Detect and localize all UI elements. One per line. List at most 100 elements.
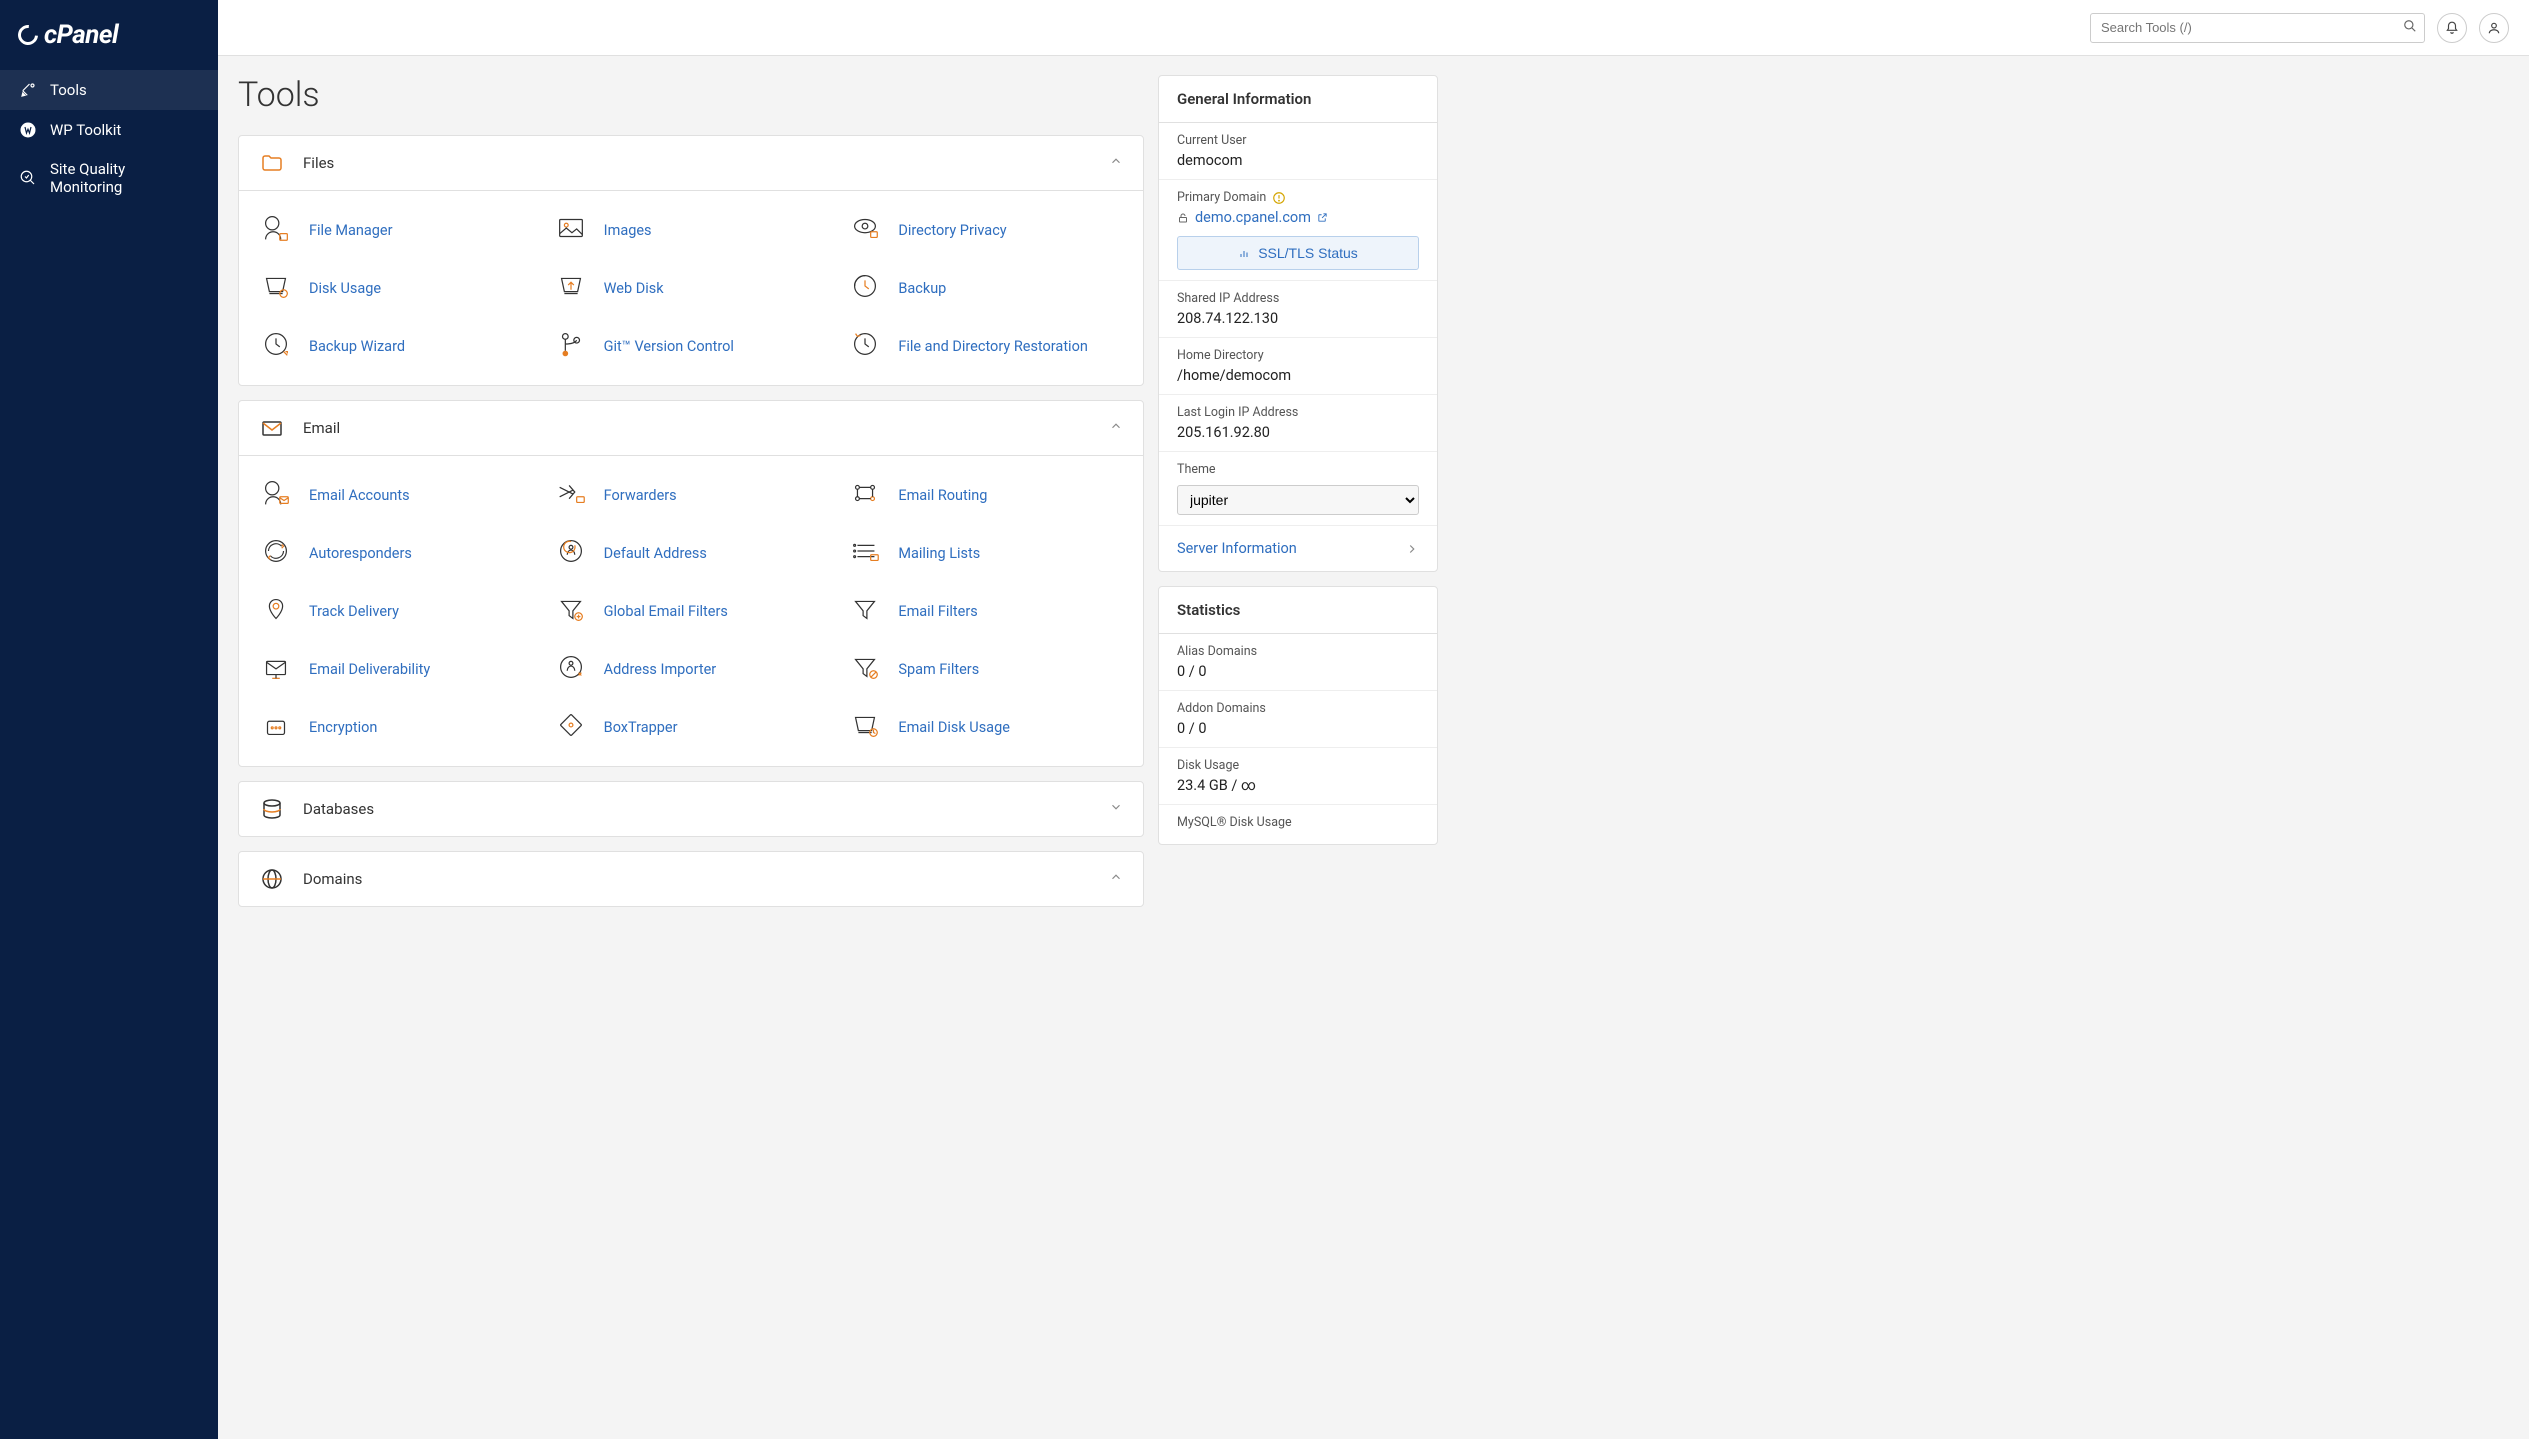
shared-ip-value: 208.74.122.130 <box>1177 310 1419 327</box>
stat-label: MySQL® Disk Usage <box>1177 815 1419 830</box>
restore-icon <box>848 327 882 365</box>
warning-icon <box>1272 191 1286 205</box>
tool-disk-usage[interactable]: Disk Usage <box>259 259 534 317</box>
tool-default-address[interactable]: Default Address <box>554 524 829 582</box>
tool-label: Mailing Lists <box>898 545 980 562</box>
directory-privacy-icon <box>848 211 882 249</box>
ssl-status-button[interactable]: SSL/TLS Status <box>1177 236 1419 270</box>
email-disk-usage-icon <box>848 708 882 746</box>
tool-directory-privacy[interactable]: Directory Privacy <box>848 201 1123 259</box>
primary-domain-label: Primary Domain <box>1177 190 1419 205</box>
section-body: Email Accounts Forwarders Email Routing Aut… <box>239 455 1143 766</box>
tool-git-version-control[interactable]: Git™ Version Control <box>554 317 829 375</box>
tool-label: Email Filters <box>898 603 977 620</box>
theme-label: Theme <box>1177 462 1419 477</box>
section-body: File Manager Images Directory Privacy Disk … <box>239 190 1143 385</box>
sidebar-item-wp-toolkit[interactable]: WP Toolkit <box>0 110 218 150</box>
user-menu-button[interactable] <box>2479 13 2509 43</box>
stat-row-alias-domains: Alias Domains0 / 0 <box>1159 634 1437 691</box>
tool-forwarders[interactable]: Forwarders <box>554 466 829 524</box>
tool-global-email-filters[interactable]: Global Email Filters <box>554 582 829 640</box>
section-header-databases[interactable]: Databases <box>239 782 1143 836</box>
section-databases: Databases <box>238 781 1144 837</box>
section-header-email[interactable]: Email <box>239 401 1143 455</box>
chevron-up-icon <box>1109 870 1123 888</box>
tool-label: File Manager <box>309 222 393 239</box>
tool-address-importer[interactable]: Address Importer <box>554 640 829 698</box>
tool-email-accounts[interactable]: Email Accounts <box>259 466 534 524</box>
tool-label: Default Address <box>604 545 707 562</box>
tool-email-disk-usage[interactable]: Email Disk Usage <box>848 698 1123 756</box>
shared-ip-label: Shared IP Address <box>1177 291 1419 306</box>
current-user-label: Current User <box>1177 133 1419 148</box>
search-input[interactable] <box>2090 13 2425 43</box>
tool-boxtrapper[interactable]: BoxTrapper <box>554 698 829 756</box>
domains-icon <box>259 866 285 892</box>
tool-label: Backup <box>898 280 946 297</box>
tool-file-and-directory-restoration[interactable]: File and Directory Restoration <box>848 317 1123 375</box>
last-login-row: Last Login IP Address 205.161.92.80 <box>1159 395 1437 452</box>
default-address-icon <box>554 534 588 572</box>
stat-row-mysql-disk-usage: MySQL® Disk Usage <box>1159 805 1437 844</box>
tool-backup-wizard[interactable]: Backup Wizard <box>259 317 534 375</box>
tool-images[interactable]: Images <box>554 201 829 259</box>
section-header-files[interactable]: Files <box>239 136 1143 190</box>
section-title: Email <box>303 419 340 437</box>
stat-row-addon-domains: Addon Domains0 / 0 <box>1159 691 1437 748</box>
current-user-row: Current User democom <box>1159 123 1437 180</box>
tool-backup[interactable]: Backup <box>848 259 1123 317</box>
web-disk-icon <box>554 269 588 307</box>
autoresponders-icon <box>259 534 293 572</box>
tool-label: Autoresponders <box>309 545 412 562</box>
tool-label: Global Email Filters <box>604 603 728 620</box>
sidebar-item-site-quality-monitoring[interactable]: Site Quality Monitoring <box>0 150 218 206</box>
unlock-icon <box>1177 212 1189 224</box>
tool-track-delivery[interactable]: Track Delivery <box>259 582 534 640</box>
tool-label: Forwarders <box>604 487 677 504</box>
tool-label: Address Importer <box>604 661 717 678</box>
nav-icon <box>18 80 38 100</box>
address-importer-icon <box>554 650 588 688</box>
tool-file-manager[interactable]: File Manager <box>259 201 534 259</box>
tool-spam-filters[interactable]: Spam Filters <box>848 640 1123 698</box>
tool-label: Git™ Version Control <box>604 338 734 355</box>
folder-icon <box>259 150 285 176</box>
notifications-button[interactable] <box>2437 13 2467 43</box>
databases-icon <box>259 796 285 822</box>
logo[interactable]: cPanel <box>0 12 218 70</box>
section-header-domains[interactable]: Domains <box>239 852 1143 906</box>
last-login-label: Last Login IP Address <box>1177 405 1419 420</box>
tool-mailing-lists[interactable]: Mailing Lists <box>848 524 1123 582</box>
track-delivery-icon <box>259 592 293 630</box>
backup-icon <box>848 269 882 307</box>
global-filters-icon <box>554 592 588 630</box>
search-icon[interactable] <box>2403 19 2417 37</box>
tool-label: Disk Usage <box>309 280 381 297</box>
boxtrapper-icon <box>554 708 588 746</box>
tool-email-deliverability[interactable]: Email Deliverability <box>259 640 534 698</box>
general-info-card: General Information Current User democom… <box>1158 75 1438 572</box>
server-info-link[interactable]: Server Information <box>1159 526 1437 571</box>
chevron-down-icon <box>1109 800 1123 818</box>
page-title: Tools <box>238 75 1144 115</box>
tool-label: Email Deliverability <box>309 661 430 678</box>
primary-domain-link[interactable]: demo.cpanel.com <box>1177 209 1419 226</box>
content: Tools Files File Manager Images Directory P… <box>218 0 1458 941</box>
theme-select[interactable]: jupiter <box>1177 485 1419 515</box>
tool-encryption[interactable]: Encryption <box>259 698 534 756</box>
home-dir-label: Home Directory <box>1177 348 1419 363</box>
home-dir-row: Home Directory /home/democom <box>1159 338 1437 395</box>
tool-label: Images <box>604 222 652 239</box>
images-icon <box>554 211 588 249</box>
sidebar-item-tools[interactable]: Tools <box>0 70 218 110</box>
tool-email-routing[interactable]: Email Routing <box>848 466 1123 524</box>
email-icon <box>259 415 285 441</box>
tool-autoresponders[interactable]: Autoresponders <box>259 524 534 582</box>
stat-row-disk-usage: Disk Usage23.4 GB / ∞ <box>1159 748 1437 805</box>
main-column: Tools Files File Manager Images Directory P… <box>238 75 1144 921</box>
tool-web-disk[interactable]: Web Disk <box>554 259 829 317</box>
tool-label: BoxTrapper <box>604 719 678 736</box>
spam-filters-icon <box>848 650 882 688</box>
tool-label: Directory Privacy <box>898 222 1006 239</box>
tool-email-filters[interactable]: Email Filters <box>848 582 1123 640</box>
